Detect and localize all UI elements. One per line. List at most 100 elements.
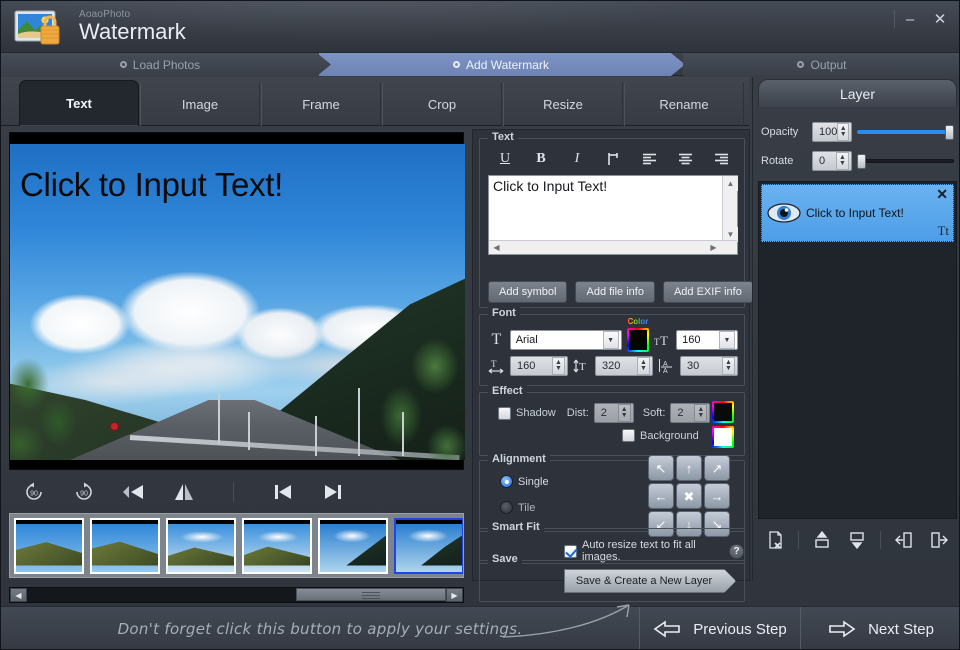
step-load-photos[interactable]: Load Photos: [1, 53, 319, 76]
underline-button[interactable]: U: [488, 147, 522, 170]
delete-layer-icon[interactable]: [763, 527, 789, 553]
align-top-right-button[interactable]: ↗: [704, 455, 730, 481]
scroll-right-icon[interactable]: ▶: [446, 588, 463, 602]
flip-vertical-icon[interactable]: [159, 475, 209, 509]
close-icon[interactable]: ✕: [936, 187, 948, 201]
stepper-arrows-icon[interactable]: ▲▼: [552, 357, 565, 375]
vertical-text-button[interactable]: [596, 147, 630, 170]
slider-knob[interactable]: [857, 154, 866, 169]
tab-text[interactable]: Text: [19, 80, 139, 126]
image-preview[interactable]: Click to Input Text!: [9, 132, 464, 470]
layer-list-item[interactable]: Click to Input Text! ✕ Tt: [761, 184, 954, 242]
auto-resize-checkbox[interactable]: [564, 545, 577, 558]
stepper-arrows-icon[interactable]: ▲▼: [618, 404, 631, 422]
import-layer-icon[interactable]: [891, 527, 917, 553]
rotate-slider[interactable]: [857, 154, 954, 168]
flip-horizontal-icon[interactable]: [109, 475, 159, 509]
align-middle-right-button[interactable]: →: [704, 483, 730, 509]
thumbnail-item[interactable]: [166, 518, 236, 574]
stepper-arrows-icon[interactable]: ▲▼: [722, 357, 735, 375]
tab-crop[interactable]: Crop: [382, 83, 502, 126]
previous-step-button[interactable]: Previous Step: [639, 607, 800, 650]
opacity-slider[interactable]: [857, 125, 954, 139]
rotate-stepper[interactable]: 0 ▲▼: [812, 151, 852, 171]
stepper-arrows-icon[interactable]: ▲▼: [637, 357, 650, 375]
filmstrip[interactable]: [9, 513, 464, 578]
scroll-right-icon[interactable]: ▶: [706, 241, 721, 254]
textarea-vertical-scrollbar[interactable]: ▲ ▼: [722, 176, 737, 242]
text-group: Text U B I: [479, 138, 745, 308]
opacity-stepper[interactable]: 100 ▲▼: [812, 122, 852, 142]
single-radio[interactable]: [500, 475, 513, 488]
stepper-arrows-icon[interactable]: ▲▼: [694, 404, 707, 422]
shadow-soft-stepper[interactable]: 2 ▲▼: [670, 403, 710, 423]
thumbnail-item[interactable]: [14, 518, 84, 574]
tab-image[interactable]: Image: [140, 83, 260, 126]
layer-list[interactable]: Click to Input Text! ✕ Tt: [758, 181, 957, 519]
next-image-icon[interactable]: [308, 475, 358, 509]
align-center-button[interactable]: [668, 147, 702, 170]
add-exif-info-button[interactable]: Add EXIF info: [663, 281, 753, 303]
minimize-button[interactable]: –: [895, 6, 925, 32]
font-family-select[interactable]: Arial ▼: [510, 330, 622, 350]
move-layer-down-icon[interactable]: [844, 527, 870, 553]
previous-image-icon[interactable]: [258, 475, 308, 509]
font-color-swatch[interactable]: Color: [627, 328, 650, 352]
align-middle-left-button[interactable]: ←: [648, 483, 674, 509]
rotate-row: Rotate 0 ▲▼: [761, 151, 954, 171]
shadow-checkbox[interactable]: [498, 407, 511, 420]
align-top-left-button[interactable]: ↖: [648, 455, 674, 481]
rotate-right-90-icon[interactable]: 90: [59, 475, 109, 509]
thumbnail-item[interactable]: [318, 518, 388, 574]
shadow-distance-stepper[interactable]: 2 ▲▼: [594, 403, 634, 423]
scroll-left-icon[interactable]: ◀: [10, 588, 27, 602]
add-symbol-button[interactable]: Add symbol: [488, 281, 567, 303]
shadow-color-swatch[interactable]: [712, 401, 734, 423]
scroll-left-icon[interactable]: ◀: [489, 241, 504, 254]
alignment-single-option[interactable]: Single: [500, 475, 549, 488]
align-middle-center-button[interactable]: ✖: [676, 483, 702, 509]
scrollbar-track[interactable]: [27, 587, 446, 603]
move-layer-up-icon[interactable]: [809, 527, 835, 553]
background-checkbox[interactable]: [622, 429, 635, 442]
chevron-down-icon[interactable]: ▼: [719, 331, 735, 349]
add-file-info-button[interactable]: Add file info: [575, 281, 654, 303]
alignment-tile-option[interactable]: Tile: [500, 501, 535, 514]
watermark-text-overlay[interactable]: Click to Input Text!: [20, 166, 283, 204]
export-layer-icon[interactable]: [926, 527, 952, 553]
step-add-watermark[interactable]: Add Watermark: [317, 53, 685, 76]
textarea-horizontal-scrollbar[interactable]: ◀ ▶: [489, 240, 737, 254]
thumbnail-item[interactable]: [242, 518, 312, 574]
filmstrip-scrollbar[interactable]: ◀ ▶: [9, 587, 464, 603]
slider-knob[interactable]: [945, 125, 954, 140]
font-size-select[interactable]: 160 ▼: [676, 330, 738, 350]
next-step-button[interactable]: Next Step: [800, 607, 960, 650]
chevron-down-icon[interactable]: ▼: [603, 331, 619, 349]
align-top-center-button[interactable]: ↑: [676, 455, 702, 481]
align-right-button[interactable]: [704, 147, 738, 170]
line-spacing-stepper[interactable]: 30 ▲▼: [680, 356, 738, 376]
tile-radio[interactable]: [500, 501, 513, 514]
tab-resize[interactable]: Resize: [503, 83, 623, 126]
layer-visibility-eye-icon[interactable]: [762, 185, 806, 241]
tab-rename[interactable]: Rename: [624, 83, 744, 126]
close-button[interactable]: ✕: [925, 6, 955, 32]
text-height-stepper[interactable]: 320 ▲▼: [595, 356, 653, 376]
stepper-arrows-icon[interactable]: ▲▼: [836, 152, 849, 170]
save-create-layer-button[interactable]: Save & Create a New Layer: [564, 569, 736, 593]
align-left-button[interactable]: [632, 147, 666, 170]
tab-frame[interactable]: Frame: [261, 83, 381, 126]
background-color-swatch[interactable]: [712, 426, 734, 448]
step-output[interactable]: Output: [683, 53, 960, 76]
watermark-text-input[interactable]: Click to Input Text! ▲ ▼ ◀ ▶: [488, 175, 738, 255]
thumbnail-item[interactable]: [90, 518, 160, 574]
rotate-left-90-icon[interactable]: 90: [9, 475, 59, 509]
italic-button[interactable]: I: [560, 147, 594, 170]
stepper-arrows-icon[interactable]: ▲▼: [837, 123, 849, 141]
thumbnail-item-selected[interactable]: [394, 518, 464, 574]
scrollbar-thumb[interactable]: [296, 588, 446, 601]
help-icon[interactable]: ?: [729, 544, 744, 559]
text-width-stepper[interactable]: 160 ▲▼: [510, 356, 568, 376]
scroll-up-icon[interactable]: ▲: [723, 176, 738, 191]
bold-button[interactable]: B: [524, 147, 558, 170]
